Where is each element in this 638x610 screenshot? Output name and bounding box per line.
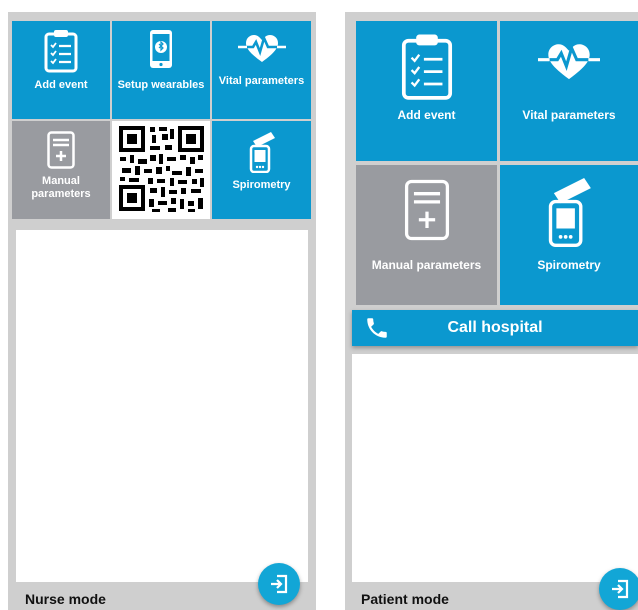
call-hospital-label: Call hospital bbox=[447, 319, 543, 336]
nurse-content-area bbox=[16, 230, 308, 582]
manual-parameters-label: Manual parameters bbox=[371, 258, 482, 272]
vital-parameters-label: Vital parameters bbox=[218, 75, 305, 87]
patient-content-area bbox=[352, 354, 638, 582]
spirometry-label: Spirometry bbox=[232, 179, 291, 191]
logout-door-icon bbox=[609, 578, 631, 600]
add-event-label: Add event bbox=[397, 108, 456, 122]
vital-parameters-tile[interactable]: Vital parameters bbox=[500, 21, 638, 161]
manual-parameters-label: Manual parameters bbox=[31, 175, 91, 200]
spirometry-label: Spirometry bbox=[537, 258, 601, 272]
add-event-label: Add event bbox=[34, 79, 88, 91]
phone-bluetooth-icon bbox=[149, 29, 173, 69]
add-event-tile[interactable]: Add event bbox=[12, 21, 110, 119]
form-plus-icon bbox=[404, 179, 450, 241]
heart-pulse-icon bbox=[538, 41, 600, 81]
form-plus-icon bbox=[47, 131, 75, 169]
manual-parameters-tile[interactable]: Manual parameters bbox=[356, 165, 497, 305]
spirometry-tile[interactable]: Spirometry bbox=[212, 121, 311, 219]
setup-wearables-label: Setup wearables bbox=[117, 79, 205, 91]
manual-parameters-tile[interactable]: Manual parameters bbox=[12, 121, 110, 219]
setup-wearables-tile[interactable]: Setup wearables bbox=[112, 21, 210, 119]
vital-parameters-tile[interactable]: Vital parameters bbox=[212, 21, 311, 119]
qr-code bbox=[112, 121, 210, 219]
nurse-mode-screen: Add event Setup wearables Vital paramete… bbox=[8, 12, 316, 610]
add-event-tile[interactable]: Add event bbox=[356, 21, 497, 161]
exit-mode-button[interactable] bbox=[599, 568, 638, 610]
logout-door-icon bbox=[268, 573, 290, 595]
spirometer-icon bbox=[245, 129, 279, 173]
call-hospital-button[interactable]: Call hospital bbox=[352, 310, 638, 346]
exit-mode-button[interactable] bbox=[258, 563, 300, 605]
mode-label: Patient mode bbox=[361, 591, 449, 607]
spirometry-tile[interactable]: Spirometry bbox=[500, 165, 638, 305]
heart-pulse-icon bbox=[237, 33, 286, 63]
vital-parameters-label: Vital parameters bbox=[522, 108, 616, 122]
clipboard-checklist-icon bbox=[44, 29, 78, 73]
clipboard-checklist-icon bbox=[397, 33, 457, 101]
patient-mode-screen: Add event Vital parameters Manual parame… bbox=[345, 12, 638, 610]
spirometer-icon bbox=[539, 173, 599, 247]
mode-label: Nurse mode bbox=[25, 591, 106, 607]
